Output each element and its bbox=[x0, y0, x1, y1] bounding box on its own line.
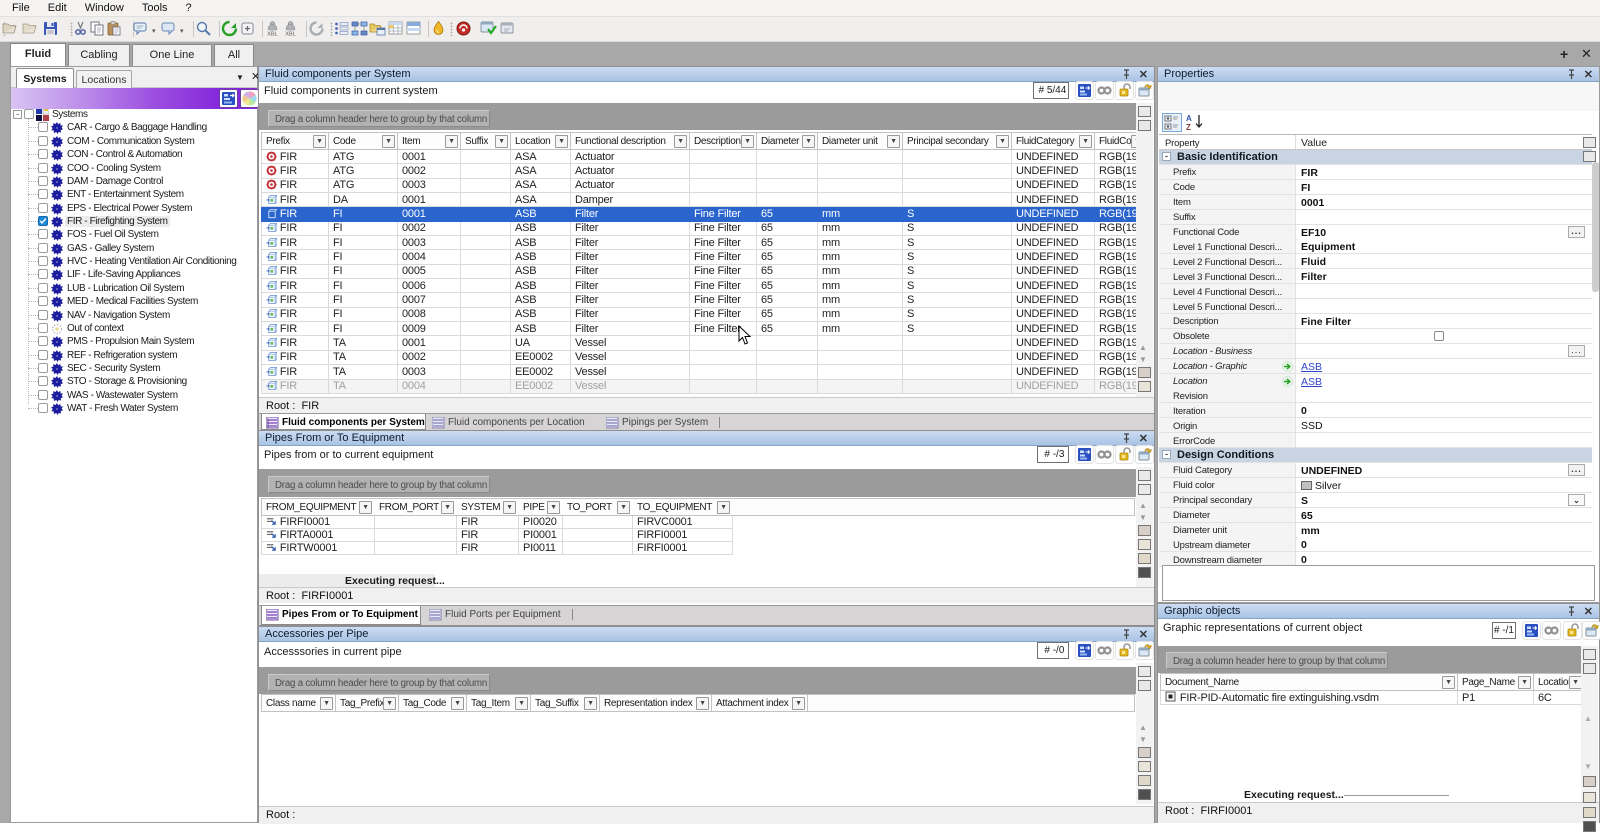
svg-text:Z: Z bbox=[1186, 123, 1191, 131]
svg-text:A: A bbox=[1186, 114, 1192, 123]
svg-text:XBL: XBL bbox=[267, 32, 277, 38]
svg-text:XBL: XBL bbox=[285, 32, 295, 38]
